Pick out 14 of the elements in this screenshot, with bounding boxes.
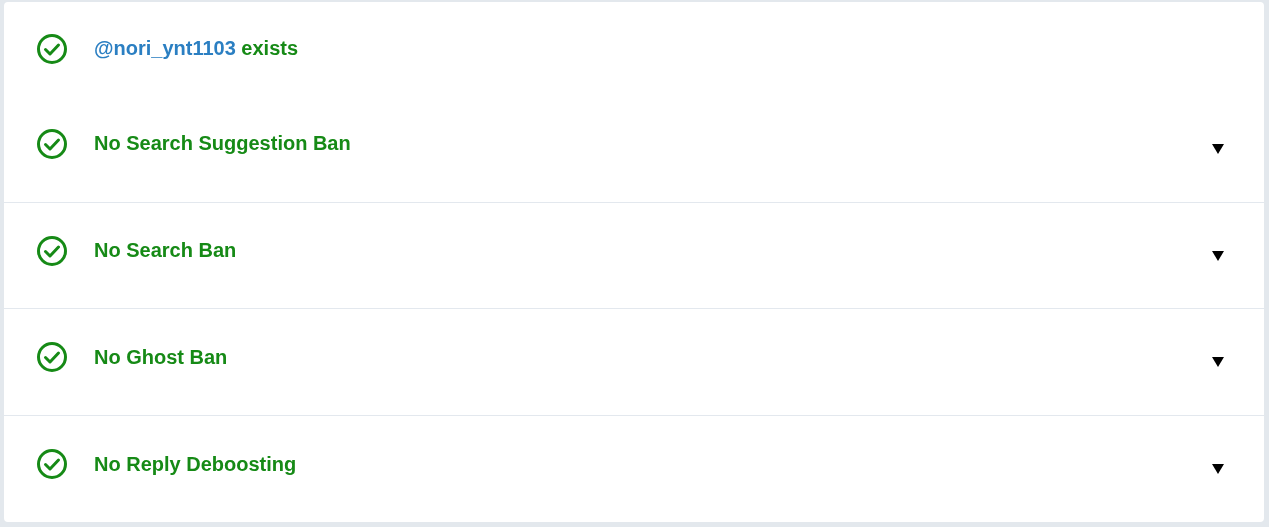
caret-icon[interactable] (1212, 250, 1224, 261)
check-row[interactable]: No Ghost Ban (4, 308, 1264, 416)
check-row[interactable]: No Search Suggestion Ban (4, 95, 1264, 202)
check-title: No Search Suggestion Ban (94, 132, 352, 156)
caret-icon[interactable] (1212, 143, 1224, 154)
check-row[interactable]: No Reply Deboosting (4, 415, 1264, 522)
check-title: No Ghost Ban (94, 345, 229, 369)
account-link[interactable]: @nori_ynt1103 (94, 37, 236, 60)
caret-icon[interactable] (1212, 357, 1224, 368)
check-row[interactable]: No Search Ban (4, 201, 1264, 309)
account-status-text: @nori_ynt1103 exists (94, 37, 300, 61)
check-title: No Reply Deboosting (94, 452, 298, 476)
check-title: No Search Ban (94, 239, 238, 262)
caret-icon[interactable] (1212, 464, 1224, 475)
